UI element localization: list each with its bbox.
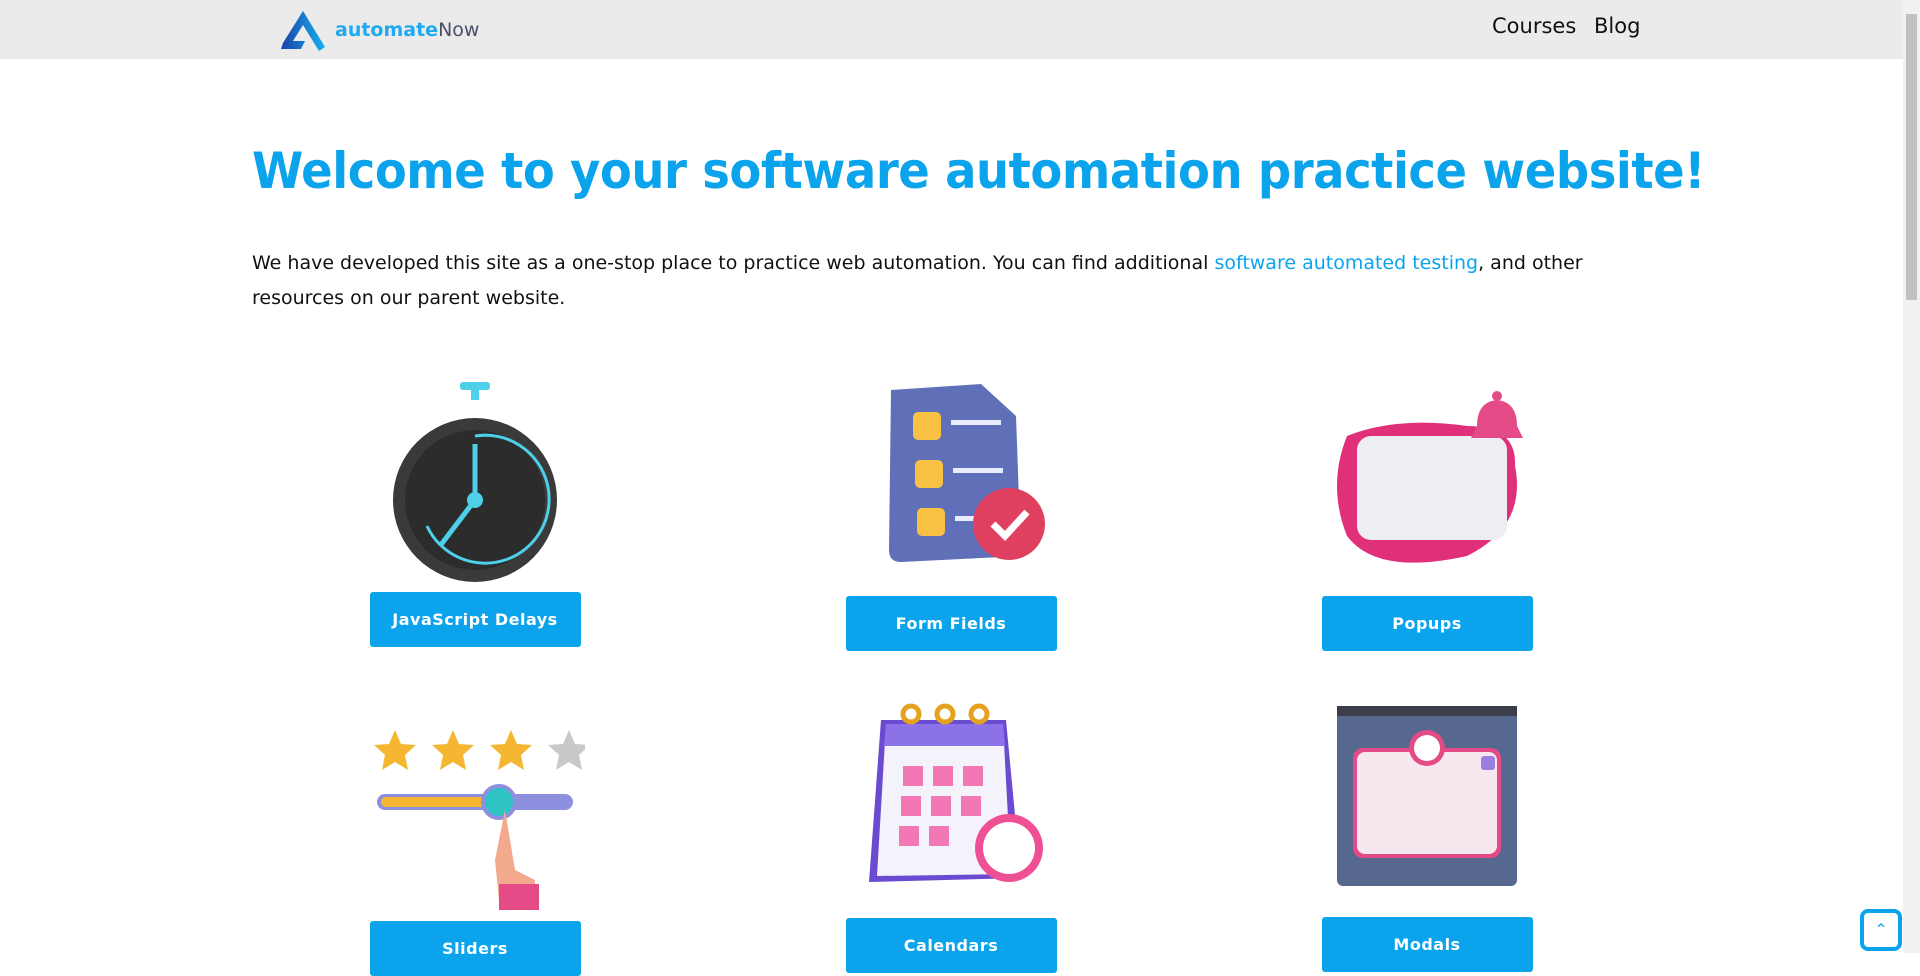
logo-text: automateNow xyxy=(335,19,480,41)
card-sliders: Sliders xyxy=(325,700,625,976)
modals-button[interactable]: Modals xyxy=(1321,917,1533,972)
scroll-to-top-button[interactable]: ⌃ xyxy=(1860,909,1902,951)
modal-window-icon xyxy=(1337,706,1517,886)
card-javascript-delays: JavaScript Delays xyxy=(325,376,625,647)
calendars-button[interactable]: Calendars xyxy=(845,918,1057,973)
card-popups: Popups xyxy=(1277,376,1577,651)
calendar-icon xyxy=(869,703,1043,882)
form-fields-button[interactable]: Form Fields xyxy=(845,596,1057,651)
logo-link[interactable]: automateNow xyxy=(279,9,479,51)
software-automated-testing-link[interactable]: software automated testing xyxy=(1214,252,1478,274)
nav-courses[interactable]: Courses xyxy=(1492,14,1576,38)
card-calendars: Calendars xyxy=(801,700,1101,973)
intro-paragraph: We have developed this site as a one-sto… xyxy=(252,252,1583,309)
site-header: automateNow Courses Blog xyxy=(0,0,1903,59)
sliders-button[interactable]: Sliders xyxy=(369,921,581,976)
nav-blog[interactable]: Blog xyxy=(1594,14,1640,38)
card-modals: Modals xyxy=(1277,700,1577,972)
form-checklist-icon xyxy=(889,384,1045,562)
card-form-fields: Form Fields xyxy=(801,376,1101,651)
popup-bell-icon xyxy=(1337,391,1523,563)
page-title: Welcome to your software automation prac… xyxy=(252,142,1705,200)
popups-button[interactable]: Popups xyxy=(1321,596,1533,651)
javascript-delays-button[interactable]: JavaScript Delays xyxy=(369,592,581,647)
automatenow-logo-icon xyxy=(281,11,325,51)
scrollbar-thumb[interactable] xyxy=(1906,14,1917,300)
chevron-up-icon: ⌃ xyxy=(1874,922,1888,939)
stopwatch-icon xyxy=(393,382,557,582)
page-scrollbar[interactable] xyxy=(1903,0,1920,953)
slider-stars-icon xyxy=(374,730,585,910)
